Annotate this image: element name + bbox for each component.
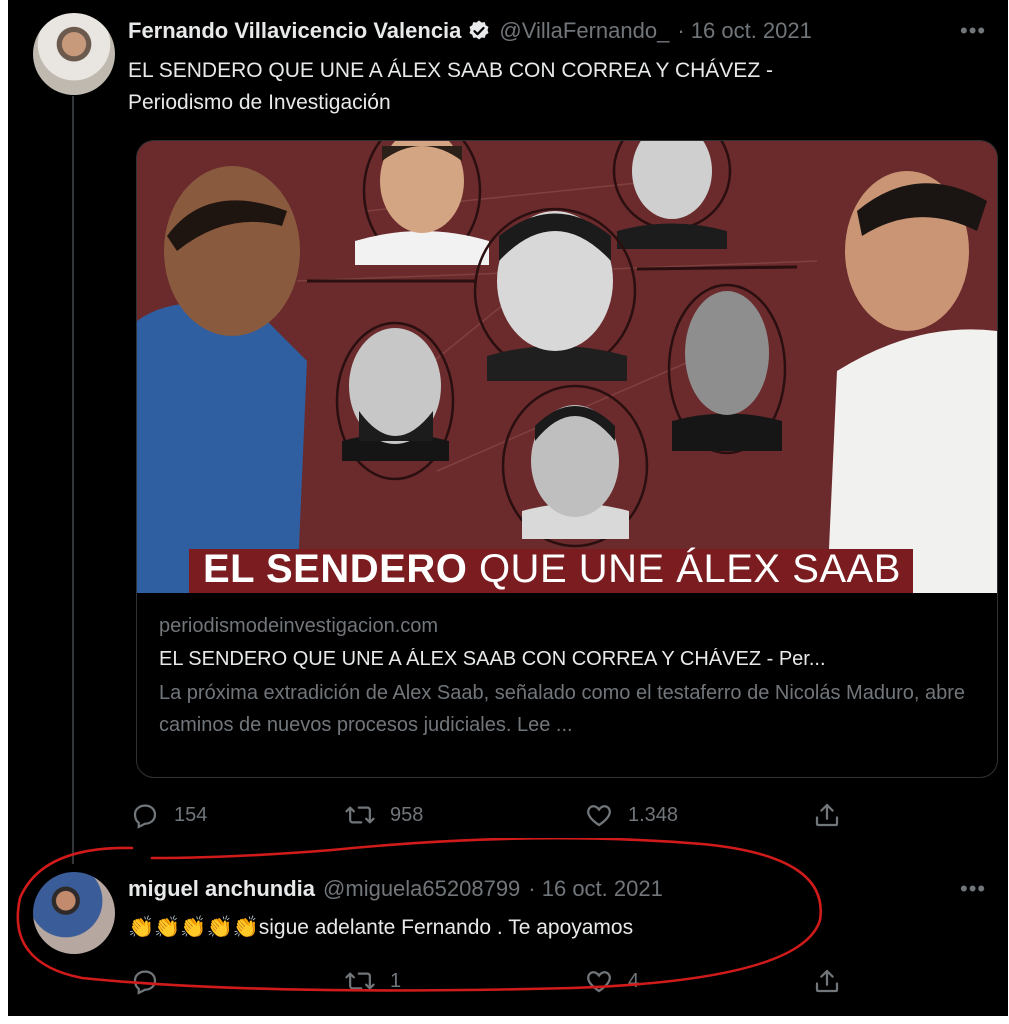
share-icon	[815, 803, 839, 827]
card-domain: periodismodeinvestigacion.com	[159, 615, 439, 637]
more-icon[interactable]: •••	[960, 18, 986, 44]
tweet-actions: 154 958 1.348	[130, 800, 856, 830]
reply-icon	[133, 804, 157, 829]
share-button[interactable]	[812, 800, 856, 830]
tweet-thread: Fernando Villavicencio Valencia @VillaFe…	[8, 0, 1008, 1016]
retweet-icon	[345, 806, 375, 824]
card-description: La próxima extradición de Alex Saab, señ…	[159, 682, 966, 736]
card-image: EL SENDERO QUE UNE ÁLEX SAAB	[137, 141, 997, 593]
like-count: 1.348	[628, 803, 679, 826]
red-highlight-ring	[16, 838, 823, 992]
retweet-count: 958	[390, 803, 424, 826]
card-banner-bold: EL SENDERO	[203, 547, 468, 591]
verified-icon	[469, 20, 489, 40]
card-title: EL SENDERO QUE UNE A ÁLEX SAAB CON CORRE…	[159, 648, 826, 670]
reply-count: 154	[174, 803, 208, 826]
link-card[interactable]: EL SENDERO QUE UNE ÁLEX SAAB periodismod…	[136, 140, 998, 778]
retweet-button[interactable]: 958	[344, 800, 584, 830]
like-icon	[587, 805, 611, 827]
tweet-header: Fernando Villavicencio Valencia @VillaFe…	[128, 18, 812, 44]
card-illustration	[137, 141, 997, 593]
tweet-date[interactable]: · 16 oct. 2021	[677, 18, 812, 44]
reply-more-icon[interactable]: •••	[960, 876, 986, 902]
author-avatar[interactable]	[33, 13, 115, 95]
tweet-text-line1: EL SENDERO QUE UNE A ÁLEX SAAB CON CORRE…	[128, 59, 773, 82]
card-meta: periodismodeinvestigacion.com EL SENDERO…	[159, 615, 975, 741]
reply-button[interactable]: 154	[130, 800, 344, 830]
thread-line	[72, 96, 74, 864]
author-handle[interactable]: @VillaFernando_	[499, 18, 669, 44]
author-name[interactable]: Fernando Villavicencio Valencia	[128, 18, 461, 44]
card-banner-rest: QUE UNE ÁLEX SAAB	[467, 547, 901, 591]
like-button[interactable]: 1.348	[584, 800, 812, 830]
tweet-text-line2: Periodismo de Investigación	[128, 91, 391, 114]
card-banner-text: EL SENDERO QUE UNE ÁLEX SAAB	[203, 547, 901, 592]
